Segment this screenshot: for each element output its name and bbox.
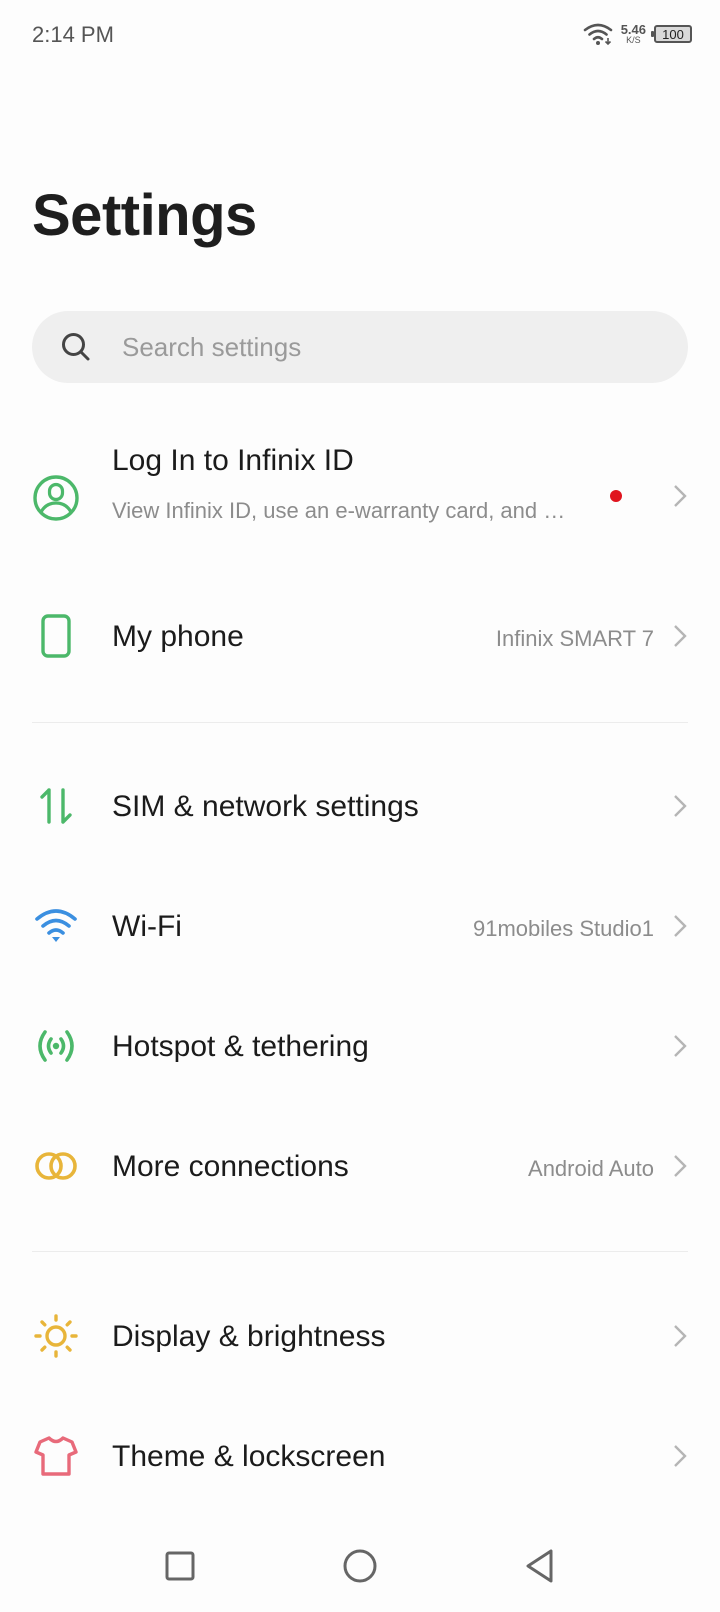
settings-item-hotspot[interactable]: Hotspot & tethering — [0, 1006, 720, 1086]
wifi-signal-icon — [583, 23, 612, 46]
page-title: Settings — [32, 183, 257, 248]
settings-item-sim-network[interactable]: SIM & network settings — [0, 766, 720, 846]
settings-item-label: Display & brightness — [112, 1320, 386, 1353]
settings-item-label: My phone — [112, 620, 244, 653]
home-button[interactable] — [336, 1542, 384, 1590]
link-rings-icon — [35, 1152, 77, 1180]
settings-item-value: Infinix SMART 7 — [495, 626, 654, 651]
sun-icon — [34, 1314, 78, 1358]
account-title: Log In to Infinix ID — [112, 444, 354, 477]
settings-item-display[interactable]: Display & brightness — [0, 1296, 720, 1376]
chevron-right-icon — [674, 915, 687, 937]
hotspot-icon — [38, 1030, 74, 1062]
navigation-bar — [0, 1524, 720, 1612]
settings-item-label: Wi-Fi — [112, 910, 182, 943]
settings-item-label: SIM & network settings — [112, 790, 419, 823]
status-icons: 5.46 K/S 100 — [583, 22, 692, 46]
settings-item-label: More connections — [112, 1150, 349, 1183]
back-button[interactable] — [516, 1542, 564, 1590]
status-bar: 2:14 PM 5.46 K/S 100 — [0, 0, 720, 72]
chevron-right-icon — [674, 1325, 687, 1347]
chevron-right-icon — [674, 795, 687, 817]
account-circle-icon — [33, 475, 79, 521]
network-speed-unit: K/S — [626, 35, 641, 45]
chevron-right-icon — [674, 1035, 687, 1057]
recents-button[interactable] — [156, 1542, 204, 1590]
settings-item-value: Android Auto — [528, 1156, 654, 1181]
chevron-right-icon — [674, 485, 687, 507]
sim-network-icon — [40, 788, 72, 824]
settings-item-value: 91mobiles Studio1 — [472, 916, 654, 941]
phone-icon — [41, 614, 71, 658]
triangle-back-icon — [526, 1549, 553, 1583]
settings-item-wifi[interactable]: Wi-Fi 91mobiles Studio1 — [0, 886, 720, 966]
settings-item-label: Theme & lockscreen — [112, 1440, 386, 1473]
settings-item-theme[interactable]: Theme & lockscreen — [0, 1416, 720, 1496]
chevron-right-icon — [674, 625, 687, 647]
battery-level: 100 — [662, 26, 684, 42]
chevron-right-icon — [674, 1155, 687, 1177]
status-time: 2:14 PM — [32, 22, 114, 47]
search-bar[interactable] — [32, 311, 688, 383]
circle-icon — [343, 1549, 377, 1583]
tshirt-icon — [34, 1436, 78, 1476]
settings-item-more-connections[interactable]: More connections Android Auto — [0, 1126, 720, 1206]
wifi-icon — [35, 909, 77, 942]
account-row[interactable]: Log In to Infinix ID View Infinix ID, us… — [0, 436, 720, 556]
search-icon — [62, 333, 90, 361]
chevron-right-icon — [674, 1445, 687, 1467]
account-subtitle: View Infinix ID, use an e-warranty card,… — [112, 498, 566, 523]
square-icon — [165, 1551, 195, 1581]
battery-icon: 100 — [651, 25, 692, 43]
notification-dot — [610, 490, 622, 502]
search-input[interactable] — [120, 330, 644, 364]
settings-item-my-phone[interactable]: My phone Infinix SMART 7 — [0, 596, 720, 676]
section-divider — [32, 722, 688, 723]
settings-item-label: Hotspot & tethering — [112, 1030, 369, 1063]
section-divider — [32, 1251, 688, 1252]
network-speed: 5.46 K/S — [621, 23, 646, 45]
